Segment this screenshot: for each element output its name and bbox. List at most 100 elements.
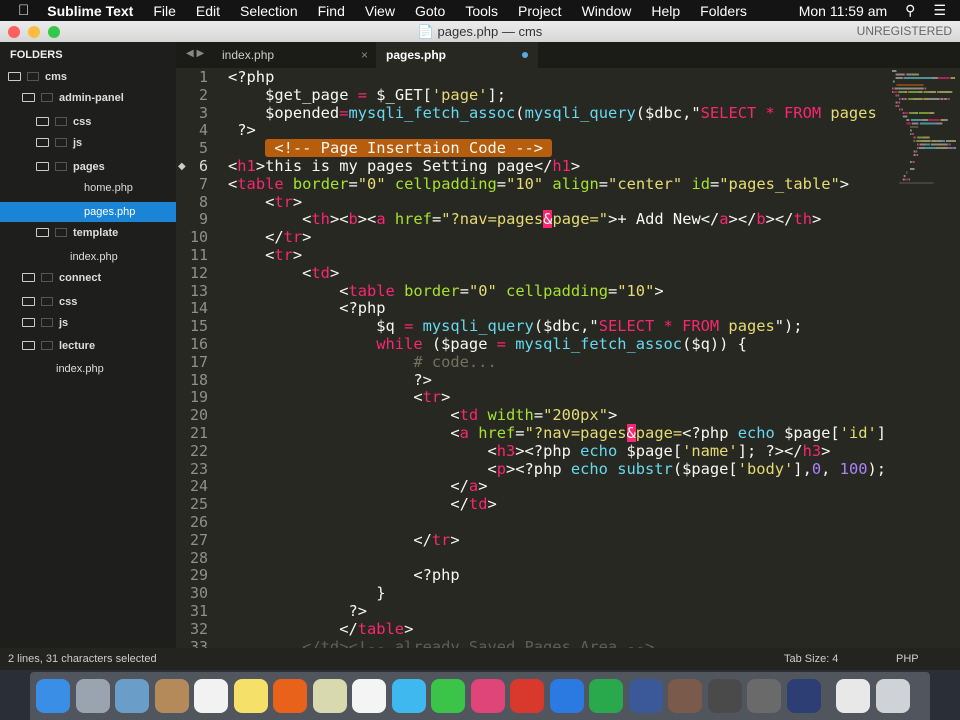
- code-editor[interactable]: 1 <?php 2 $get_page = $_GET['page']; 3 $ope…: [176, 68, 960, 648]
- line-number: 28: [189, 548, 208, 567]
- menu-selection[interactable]: Selection: [240, 3, 298, 19]
- code-line[interactable]: </tr>: [228, 228, 311, 246]
- code-line[interactable]: <table border="0" cellpadding="10">: [228, 282, 663, 300]
- code-line[interactable]: <th><b><a href="?nav=pages&page=">+ Add …: [228, 210, 821, 229]
- photos-icon[interactable]: [352, 679, 386, 713]
- code-line[interactable]: $opended=mysqli_fetch_assoc(mysqli_query…: [228, 104, 877, 122]
- notes-icon[interactable]: [233, 679, 268, 713]
- itunes-icon[interactable]: [470, 679, 505, 713]
- code-line[interactable]: $q = mysqli_query($dbc,"SELECT * FROM pa…: [228, 317, 802, 335]
- syntax-mode[interactable]: PHP: [896, 648, 919, 670]
- sidebar-item-js[interactable]: js: [0, 133, 176, 153]
- minimap[interactable]: [890, 68, 956, 208]
- tab-nav-arrows-icon[interactable]: ◀ ▶: [186, 48, 204, 59]
- facetime-icon[interactable]: [431, 679, 465, 713]
- menu-find[interactable]: Find: [318, 3, 345, 19]
- sidebar-item-home-php[interactable]: home.php: [0, 178, 176, 198]
- sidebar-item-pages[interactable]: pages: [0, 157, 176, 177]
- code-line[interactable]: <?php: [228, 68, 274, 86]
- menu-help[interactable]: Help: [651, 3, 680, 19]
- sidebar-item-template[interactable]: template: [0, 223, 176, 243]
- minimap-line: [940, 119, 946, 121]
- code-line[interactable]: <tr>: [228, 246, 302, 264]
- apple-icon[interactable]: : [18, 2, 29, 19]
- code-line[interactable]: ?>: [228, 121, 256, 139]
- menu-file[interactable]: File: [153, 3, 176, 19]
- sidebar-item-js[interactable]: js: [0, 313, 176, 333]
- code-line[interactable]: <p><?php echo substr($page['body'],0, 10…: [228, 460, 886, 478]
- code-line[interactable]: <tr>: [228, 193, 302, 211]
- mamp-icon[interactable]: [747, 679, 781, 713]
- menu-window[interactable]: Window: [582, 3, 632, 19]
- close-tab-icon[interactable]: ×: [361, 42, 368, 68]
- code-line[interactable]: </td>: [228, 495, 496, 513]
- menu-goto[interactable]: Goto: [415, 3, 445, 19]
- code-line[interactable]: ?>: [228, 371, 432, 389]
- tab-index-php[interactable]: index.php ×: [212, 42, 374, 68]
- wps-writer-icon[interactable]: [549, 679, 584, 713]
- code-token: href: [468, 424, 516, 442]
- minimap-line: [901, 108, 903, 111]
- sidebar-item-lecture[interactable]: lecture: [0, 336, 176, 356]
- finder-icon[interactable]: [36, 679, 70, 713]
- code-line[interactable]: <h3><?php echo $page['name']; ?></h3>: [228, 442, 830, 460]
- code-line[interactable]: <?php: [228, 299, 385, 317]
- code-line[interactable]: $get_page = $_GET['page'];: [228, 86, 506, 104]
- bookmark-icon[interactable]: ◆: [178, 161, 186, 172]
- code-line[interactable]: </tr>: [228, 531, 459, 549]
- sublime-text-icon[interactable]: [707, 679, 742, 713]
- sidebar-item-css[interactable]: css: [0, 292, 176, 312]
- contacts-icon[interactable]: [154, 679, 189, 713]
- messages-icon[interactable]: [391, 679, 426, 713]
- code-line[interactable]: }: [228, 584, 385, 602]
- sidebar-item-cms[interactable]: cms: [0, 67, 176, 87]
- code-line[interactable]: <?php: [228, 566, 459, 584]
- tab-pages-php[interactable]: pages.php: [376, 42, 538, 68]
- trash-icon[interactable]: [875, 679, 910, 713]
- preview-icon[interactable]: [115, 679, 149, 713]
- code-line[interactable]: <h1>this is my pages Setting page</h1>: [228, 157, 580, 175]
- code-line[interactable]: ?>: [228, 602, 367, 620]
- quicktime-icon[interactable]: [786, 679, 821, 713]
- menu-folders[interactable]: Folders: [700, 3, 747, 19]
- sidebar-item-connect[interactable]: connect: [0, 268, 176, 288]
- app-name-menu[interactable]: Sublime Text: [47, 3, 133, 19]
- menu-list-icon[interactable]: ☰: [933, 2, 946, 19]
- code-line[interactable]: while ($page = mysqli_fetch_assoc($q)) {: [228, 335, 747, 353]
- folder-icon: [27, 72, 39, 81]
- firefox-icon[interactable]: [273, 679, 307, 713]
- menu-project[interactable]: Project: [518, 3, 562, 19]
- code-line[interactable]: <td width="200px">: [228, 406, 617, 424]
- launchpad-icon[interactable]: [75, 679, 110, 713]
- code-line[interactable]: # code...: [228, 353, 496, 371]
- facebook-icon[interactable]: [628, 679, 663, 713]
- folder-icon: [22, 273, 35, 282]
- code-line[interactable]: <td>: [228, 264, 339, 282]
- sidebar-item-admin-panel[interactable]: admin-panel: [0, 88, 176, 108]
- document-icon[interactable]: [836, 679, 870, 713]
- reminders-icon[interactable]: [194, 679, 228, 713]
- sidebar-item-pages-php[interactable]: pages.php: [0, 202, 176, 222]
- image-capture-icon[interactable]: [312, 679, 347, 713]
- menu-edit[interactable]: Edit: [196, 3, 220, 19]
- code-line[interactable]: </table>: [228, 620, 413, 638]
- menu-tools[interactable]: Tools: [465, 3, 498, 19]
- wps-spreadsheet-icon[interactable]: [589, 679, 623, 713]
- document-icon: 📄: [417, 24, 434, 39]
- tab-size[interactable]: Tab Size: 4: [784, 648, 838, 670]
- code-line[interactable]: <tr>: [228, 388, 450, 406]
- code-line[interactable]: </td><!-- already Saved Pages Area -->: [228, 638, 654, 648]
- search-icon[interactable]: ⚲: [905, 2, 915, 19]
- clock[interactable]: Mon 11:59 am: [799, 3, 887, 19]
- sidebar-item-css[interactable]: css: [0, 112, 176, 132]
- code-line[interactable]: </a>: [228, 477, 487, 495]
- code-line[interactable]: <table border="0" cellpadding="10" align…: [228, 175, 849, 193]
- minimap-line: [912, 98, 923, 100]
- user-photo-icon[interactable]: [668, 679, 702, 713]
- code-line[interactable]: <!-- Page Insertaion Code -->: [228, 139, 553, 158]
- code-line[interactable]: <a href="?nav=pages&page=<?php echo $pag…: [228, 424, 886, 442]
- sidebar-item-index-php[interactable]: index.php: [0, 247, 176, 267]
- sidebar-item-index-php[interactable]: index.php: [0, 359, 176, 379]
- wps-presentation-icon[interactable]: [510, 679, 544, 713]
- menu-view[interactable]: View: [365, 3, 395, 19]
